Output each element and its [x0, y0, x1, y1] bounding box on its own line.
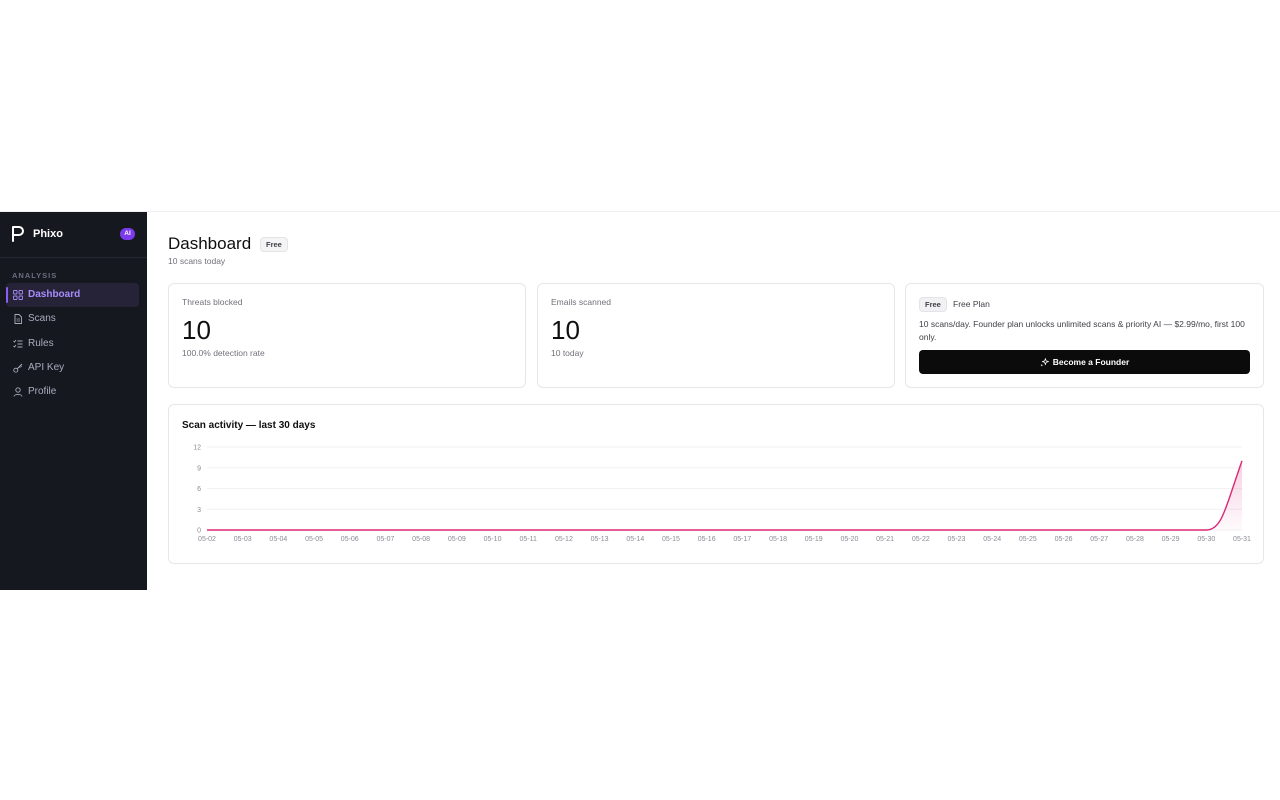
sidebar-item-dashboard[interactable]: Dashboard — [6, 283, 139, 307]
y-tick-label: 3 — [197, 507, 201, 514]
x-tick-label: 05-08 — [412, 536, 430, 543]
x-tick-label: 05-25 — [1019, 536, 1037, 543]
x-tick-label: 05-18 — [769, 536, 787, 543]
plan-tag: Free — [260, 237, 288, 252]
x-tick-label: 05-29 — [1162, 536, 1180, 543]
x-tick-label: 05-03 — [234, 536, 252, 543]
sidebar-item-label: Dashboard — [28, 289, 81, 300]
stat-label: Emails scanned — [551, 297, 612, 307]
brand-name: Phixo — [33, 228, 63, 240]
x-tick-label: 05-20 — [840, 536, 858, 543]
stat-subtext: 100.0% detection rate — [182, 348, 265, 358]
stat-label: Threats blocked — [182, 297, 243, 307]
stat-value: 10 — [551, 315, 580, 345]
plan-description: 10 scans/day. Founder plan unlocks unlim… — [919, 319, 1245, 342]
sidebar-item-profile[interactable]: Profile — [6, 380, 139, 404]
plan-card: Free Free Plan 10 scans/day. Founder pla… — [905, 283, 1264, 388]
stat-card-threats: Threats blocked 10 100.0% detection rate — [168, 283, 526, 388]
sidebar: Phixo AI ANALYSIS Dashboard Scans Rules … — [0, 212, 147, 590]
x-tick-label: 05-16 — [698, 536, 716, 543]
logo-icon — [12, 226, 24, 242]
scan-activity-card: Scan activity — last 30 days 0 3 6 9 12 05-02… — [168, 404, 1264, 564]
x-tick-label: 05-07 — [376, 536, 394, 543]
x-tick-label: 05-05 — [305, 536, 323, 543]
x-tick-label: 05-04 — [269, 536, 287, 543]
grid-icon — [13, 290, 23, 300]
scan-activity-chart: 0 3 6 9 12 05-02 05-03 05-04 05-05 05-06 05-07 05-0… — [193, 445, 1251, 544]
page-title: Dashboard — [168, 234, 252, 253]
x-tick-label: 05-10 — [484, 536, 502, 543]
stat-value: 10 — [182, 315, 211, 345]
x-tick-label: 05-09 — [448, 536, 466, 543]
list-check-icon — [13, 339, 23, 348]
x-tick-label: 05-15 — [662, 536, 680, 543]
x-tick-label: 05-21 — [876, 536, 894, 543]
x-tick-label: 05-27 — [1090, 536, 1108, 543]
x-tick-label: 05-06 — [341, 536, 359, 543]
section-label-analysis: ANALYSIS — [12, 271, 58, 280]
sidebar-item-label: API Key — [28, 361, 65, 373]
x-tick-label: 05-19 — [805, 536, 823, 543]
document-icon — [14, 314, 22, 325]
brand-header: Phixo AI — [0, 212, 147, 258]
x-tick-label: 05-23 — [948, 536, 966, 543]
x-tick-label: 05-12 — [555, 536, 573, 543]
x-tick-label: 05-28 — [1126, 536, 1144, 543]
become-founder-button[interactable]: Become a Founder — [919, 350, 1250, 374]
y-tick-label: 9 — [197, 465, 201, 472]
x-tick-label: 05-14 — [626, 536, 644, 543]
x-tick-label: 05-17 — [733, 536, 751, 543]
app-window: Phixo AI ANALYSIS Dashboard Scans Rules … — [0, 212, 1280, 590]
y-tick-label: 6 — [197, 486, 201, 493]
x-tick-label: 05-31 — [1233, 536, 1251, 543]
page-subtitle: 10 scans today — [168, 256, 226, 266]
x-tick-label: 05-22 — [912, 536, 930, 543]
stat-subtext: 10 today — [551, 348, 584, 358]
main-content: Dashboard Free 10 scans today Threats bl… — [147, 212, 1280, 590]
sidebar-item-rules[interactable]: Rules — [6, 332, 139, 356]
y-tick-label: 12 — [193, 445, 201, 452]
ai-badge: AI — [120, 228, 135, 240]
sparkles-icon — [1040, 357, 1049, 367]
key-icon — [13, 363, 23, 373]
x-tick-label: 05-26 — [1055, 536, 1073, 543]
become-founder-label: Become a Founder — [1052, 357, 1130, 367]
x-tick-label: 05-13 — [591, 536, 609, 543]
sidebar-item-label: Rules — [28, 337, 54, 349]
sidebar-item-label: Scans — [28, 313, 56, 325]
series-area — [207, 460, 1242, 530]
sidebar-item-api-key[interactable]: API Key — [6, 356, 139, 380]
series-line — [206, 460, 1243, 531]
x-tick-label: 05-11 — [520, 536, 537, 543]
sidebar-item-scans[interactable]: Scans — [6, 307, 139, 331]
stat-card-emails: Emails scanned 10 10 today — [537, 283, 895, 388]
user-icon — [13, 387, 23, 397]
x-tick-label: 05-30 — [1197, 536, 1215, 543]
sidebar-item-label: Profile — [28, 386, 57, 398]
y-tick-label: 0 — [197, 528, 201, 535]
x-tick-label: 05-24 — [983, 536, 1001, 543]
plan-badge: Free — [919, 297, 947, 312]
plan-name: Free Plan — [953, 299, 990, 309]
sidebar-nav: Dashboard Scans Rules API Key Profile — [6, 283, 139, 404]
x-tick-label: 05-02 — [198, 536, 216, 543]
